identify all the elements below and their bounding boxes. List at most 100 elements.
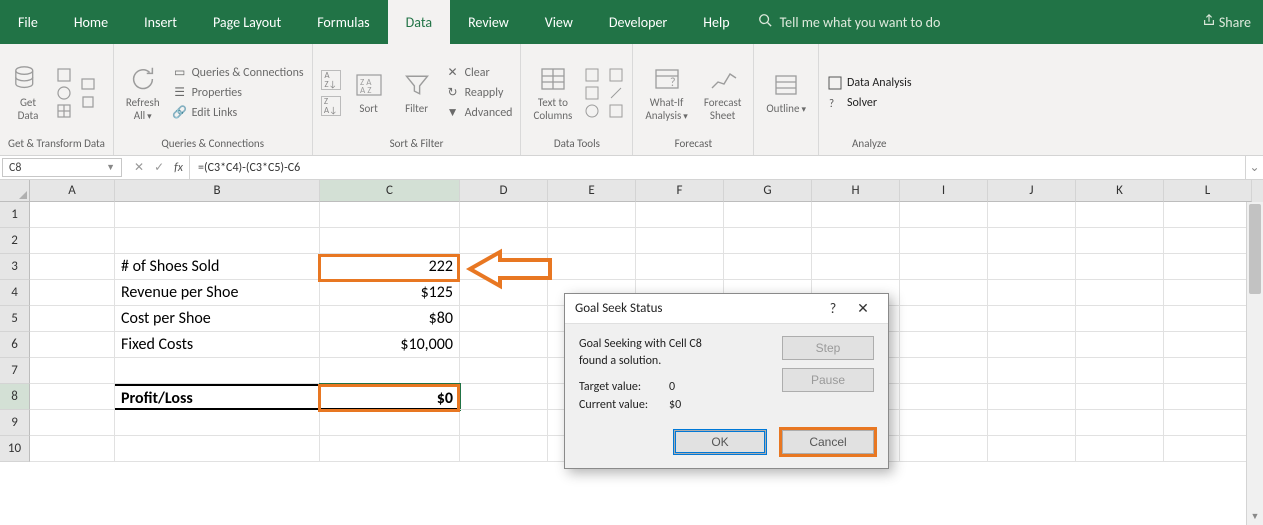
cell-J3[interactable]: [988, 254, 1076, 280]
row-header-6[interactable]: 6: [0, 332, 30, 358]
cell-K4[interactable]: [1076, 280, 1164, 306]
cancel-formula-icon[interactable]: ✕: [134, 160, 144, 175]
row-header-9[interactable]: 9: [0, 410, 30, 436]
cell-I10[interactable]: [900, 436, 988, 462]
cell-C2[interactable]: [320, 228, 460, 254]
tab-developer[interactable]: Developer: [591, 0, 685, 44]
cancel-button[interactable]: Cancel: [782, 430, 874, 454]
cell-D1[interactable]: [460, 202, 548, 228]
cell-D3[interactable]: [460, 254, 548, 280]
tab-review[interactable]: Review: [450, 0, 527, 44]
cell-J4[interactable]: [988, 280, 1076, 306]
cell-L5[interactable]: [1164, 306, 1252, 332]
cell-B3[interactable]: # of Shoes Sold: [115, 254, 320, 280]
share-button[interactable]: Share: [1202, 13, 1251, 31]
ok-button[interactable]: OK: [674, 430, 766, 454]
cell-L6[interactable]: [1164, 332, 1252, 358]
col-header-F[interactable]: F: [636, 180, 724, 202]
cell-A4[interactable]: [30, 280, 115, 306]
cell-I7[interactable]: [900, 358, 988, 384]
cell-B7[interactable]: [115, 358, 320, 384]
cell-A3[interactable]: [30, 254, 115, 280]
cell-A8[interactable]: [30, 384, 115, 410]
reapply-item[interactable]: ↻Reapply: [445, 85, 513, 101]
cell-L7[interactable]: [1164, 358, 1252, 384]
cell-D6[interactable]: [460, 332, 548, 358]
cell-A2[interactable]: [30, 228, 115, 254]
consolidate-icon[interactable]: [608, 67, 624, 83]
col-header-E[interactable]: E: [548, 180, 636, 202]
cell-K5[interactable]: [1076, 306, 1164, 332]
cell-A6[interactable]: [30, 332, 115, 358]
cell-J10[interactable]: [988, 436, 1076, 462]
what-if-button[interactable]: ? What-If Analysis: [641, 61, 691, 123]
flash-fill-icon[interactable]: [584, 67, 600, 83]
properties-item[interactable]: ☰Properties: [172, 85, 304, 101]
cell-K6[interactable]: [1076, 332, 1164, 358]
cell-D2[interactable]: [460, 228, 548, 254]
vertical-scrollbar[interactable]: ▲ ▼: [1246, 202, 1263, 525]
outline-button[interactable]: Outline: [762, 67, 810, 117]
col-header-A[interactable]: A: [30, 180, 115, 202]
data-analysis-item[interactable]: Data Analysis: [827, 75, 912, 91]
cell-F1[interactable]: [636, 202, 724, 228]
select-all-corner[interactable]: [0, 180, 30, 202]
cell-K10[interactable]: [1076, 436, 1164, 462]
cell-K9[interactable]: [1076, 410, 1164, 436]
cell-H1[interactable]: [812, 202, 900, 228]
refresh-all-button[interactable]: Refresh All: [122, 61, 164, 123]
cell-C4[interactable]: $125: [320, 280, 460, 306]
cell-J2[interactable]: [988, 228, 1076, 254]
tell-me-search[interactable]: Tell me what you want to do: [758, 0, 941, 44]
cell-L4[interactable]: [1164, 280, 1252, 306]
cell-B1[interactable]: [115, 202, 320, 228]
recent-sources-icon[interactable]: [80, 76, 96, 92]
name-box[interactable]: C8 ▼: [2, 158, 122, 177]
tab-file[interactable]: File: [0, 0, 56, 44]
cell-B4[interactable]: Revenue per Shoe: [115, 280, 320, 306]
cell-I8[interactable]: [900, 384, 988, 410]
cell-K3[interactable]: [1076, 254, 1164, 280]
cell-J6[interactable]: [988, 332, 1076, 358]
cell-L2[interactable]: [1164, 228, 1252, 254]
cell-K8[interactable]: [1076, 384, 1164, 410]
cell-I9[interactable]: [900, 410, 988, 436]
queries-connections-item[interactable]: ▭Queries & Connections: [172, 65, 304, 81]
cell-K1[interactable]: [1076, 202, 1164, 228]
cell-D8[interactable]: [460, 384, 548, 410]
insert-function-icon[interactable]: fx: [174, 161, 183, 175]
row-header-10[interactable]: 10: [0, 436, 30, 462]
sort-desc-icon[interactable]: ZA↓: [321, 96, 341, 116]
tab-help[interactable]: Help: [685, 0, 747, 44]
from-web-icon[interactable]: [56, 85, 72, 101]
cell-H3[interactable]: [812, 254, 900, 280]
cell-E2[interactable]: [548, 228, 636, 254]
cell-D7[interactable]: [460, 358, 548, 384]
cell-D9[interactable]: [460, 410, 548, 436]
cell-I3[interactable]: [900, 254, 988, 280]
cell-D10[interactable]: [460, 436, 548, 462]
cell-D5[interactable]: [460, 306, 548, 332]
col-header-L[interactable]: L: [1164, 180, 1252, 202]
row-header-3[interactable]: 3: [0, 254, 30, 280]
manage-data-model-icon[interactable]: [608, 103, 624, 119]
from-table-icon[interactable]: [56, 103, 72, 119]
tab-home[interactable]: Home: [56, 0, 126, 44]
cell-C10[interactable]: [320, 436, 460, 462]
cell-I5[interactable]: [900, 306, 988, 332]
cell-H2[interactable]: [812, 228, 900, 254]
cell-B9[interactable]: [115, 410, 320, 436]
step-button[interactable]: Step: [782, 336, 874, 360]
cell-L10[interactable]: [1164, 436, 1252, 462]
cell-B6[interactable]: Fixed Costs: [115, 332, 320, 358]
cell-J9[interactable]: [988, 410, 1076, 436]
tab-insert[interactable]: Insert: [126, 0, 195, 44]
cell-B8[interactable]: Profit/Loss: [115, 384, 320, 410]
tab-page-layout[interactable]: Page Layout: [195, 0, 299, 44]
cell-I1[interactable]: [900, 202, 988, 228]
cell-J8[interactable]: [988, 384, 1076, 410]
cell-C7[interactable]: [320, 358, 460, 384]
cell-C1[interactable]: [320, 202, 460, 228]
cell-C9[interactable]: [320, 410, 460, 436]
formula-input[interactable]: =(C3*C4)-(C3*C5)-C6: [189, 156, 1245, 179]
